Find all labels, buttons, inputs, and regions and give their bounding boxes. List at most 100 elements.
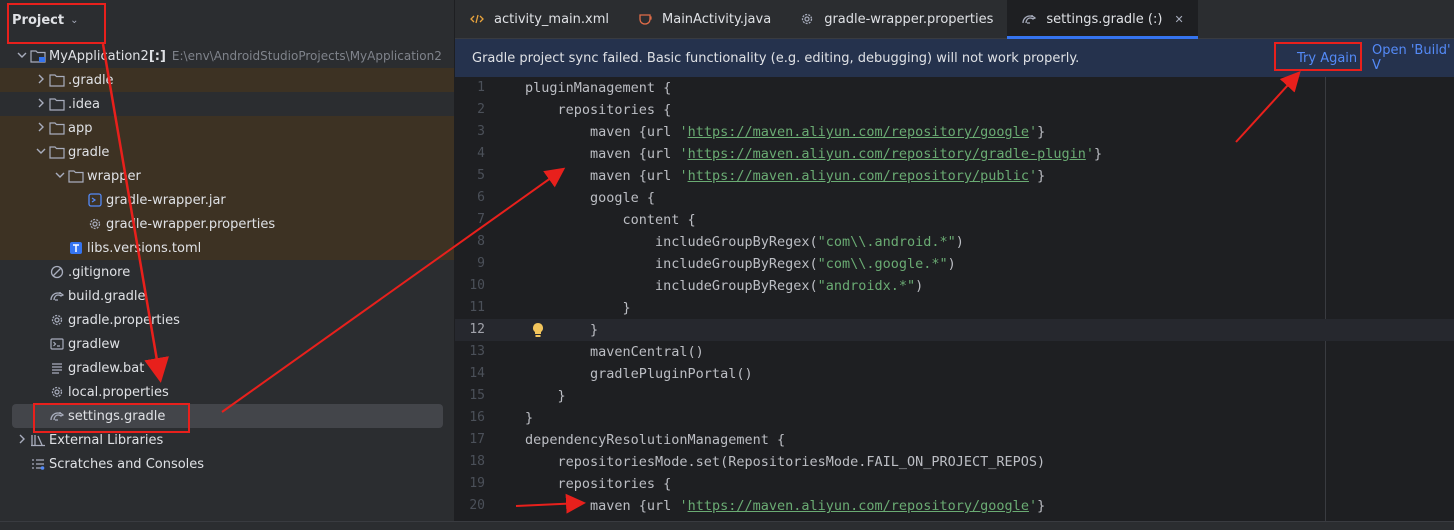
folder-icon <box>49 72 65 88</box>
code-text: } <box>525 300 631 316</box>
tree-item-local-properties[interactable]: local.properties <box>0 380 454 404</box>
tab-settings-gradle[interactable]: settings.gradle (:) ✕ <box>1007 0 1198 39</box>
sync-failed-banner: Gradle project sync failed. Basic functi… <box>455 39 1454 77</box>
tree-item-gradle-wrapper-properties[interactable]: gradle-wrapper.properties <box>0 212 454 236</box>
tree-item-gradle-dir[interactable]: .gradle <box>0 68 454 92</box>
project-view-header[interactable]: Project ⌄ <box>0 0 454 40</box>
tab-activity-main-xml[interactable]: activity_main.xml <box>455 0 623 38</box>
tree-item-external-libraries[interactable]: External Libraries <box>0 428 454 452</box>
chevron-right-icon[interactable] <box>33 98 49 111</box>
chevron-down-icon[interactable]: ⌄ <box>70 15 78 26</box>
code-text: includeGroupByRegex("com\\.android.*") <box>525 234 964 250</box>
banner-message: Gradle project sync failed. Basic functi… <box>472 50 1080 66</box>
try-again-link[interactable]: Try Again <box>1297 51 1357 66</box>
folder-icon <box>49 144 65 160</box>
project-path: E:\env\AndroidStudioProjects\MyApplicati… <box>171 49 442 63</box>
code-text: mavenCentral() <box>525 344 704 360</box>
tree-item-app[interactable]: app <box>0 116 454 140</box>
code-text: includeGroupByRegex("androidx.*") <box>525 278 924 294</box>
tree-item-label: External Libraries <box>49 432 164 448</box>
code-text: maven {url 'https://maven.aliyun.com/rep… <box>525 124 1046 140</box>
chevron-down-icon[interactable] <box>14 51 30 62</box>
chevron-down-icon[interactable] <box>52 171 68 182</box>
editor-tabs: activity_main.xml MainActivity.java gradle… <box>455 0 1454 39</box>
tree-item-label: .gradle <box>68 72 114 88</box>
line-number: 13 <box>469 344 485 359</box>
line-number: 15 <box>469 388 485 403</box>
line-number: 18 <box>469 454 485 469</box>
tree-item-label: settings.gradle <box>68 408 166 424</box>
library-icon <box>30 432 46 448</box>
line-number: 11 <box>469 300 485 315</box>
terminal-icon <box>49 336 65 352</box>
chevron-right-icon[interactable] <box>33 74 49 87</box>
line-number: 3 <box>477 124 485 139</box>
tree-item-settings-gradle[interactable]: settings.gradle <box>12 404 443 428</box>
chevron-right-icon[interactable] <box>33 122 49 135</box>
tree-item-label: gradle-wrapper.properties <box>106 216 276 232</box>
project-view-title[interactable]: Project <box>12 13 64 28</box>
gear-icon <box>799 11 815 27</box>
line-number: 14 <box>469 366 485 381</box>
toml-icon <box>68 240 84 256</box>
tree-item-gradlew-bat[interactable]: gradlew.bat <box>0 356 454 380</box>
code-text: repositories { <box>525 476 672 492</box>
tree-item-myapplication2[interactable]: MyApplication2 [:] E:\env\AndroidStudioPr… <box>0 44 454 68</box>
tab-gradle-wrapper-properties[interactable]: gradle-wrapper.properties <box>785 0 1007 38</box>
line-number: 1 <box>477 80 485 95</box>
tree-item-label: gradle.properties <box>68 312 180 328</box>
line-number: 12 <box>469 322 485 337</box>
tree-item-label: gradlew.bat <box>68 360 145 376</box>
module-folder-icon <box>30 48 46 64</box>
tree-item-label: gradle-wrapper.jar <box>106 192 226 208</box>
chevron-down-icon[interactable] <box>33 147 49 158</box>
tree-item-label: local.properties <box>68 384 169 400</box>
gear-icon <box>49 312 65 328</box>
module-badge: [:] <box>148 48 166 64</box>
tree-item-label: Scratches and Consoles <box>49 456 205 472</box>
line-number: 9 <box>477 256 485 271</box>
line-number: 20 <box>469 498 485 513</box>
code-text: maven {url 'https://maven.aliyun.com/rep… <box>525 168 1046 184</box>
code-text: content { <box>525 212 696 228</box>
tree-item-wrapper[interactable]: wrapper <box>0 164 454 188</box>
scratches-icon <box>30 456 46 472</box>
tree-item-gradlew[interactable]: gradlew <box>0 332 454 356</box>
code-text: google { <box>525 190 656 206</box>
tree-item-gradle-properties[interactable]: gradle.properties <box>0 308 454 332</box>
tab-label: gradle-wrapper.properties <box>824 11 994 27</box>
folder-icon <box>49 120 65 136</box>
open-build-link[interactable]: Open 'Build' V <box>1372 43 1454 73</box>
code-text: pluginManagement { <box>525 80 672 96</box>
editor-area: activity_main.xml MainActivity.java gradle… <box>455 0 1454 522</box>
chevron-right-icon[interactable] <box>14 434 30 447</box>
tree-item-gitignore[interactable]: .gitignore <box>0 260 454 284</box>
ignore-icon <box>49 264 65 280</box>
gear-icon <box>49 384 65 400</box>
tree-item-label: MyApplication2 <box>49 48 149 64</box>
tree-item-gradle-wrapper-jar[interactable]: gradle-wrapper.jar <box>0 188 454 212</box>
tab-mainactivity-java[interactable]: MainActivity.java <box>623 0 785 38</box>
line-number: 7 <box>477 212 485 227</box>
text-file-icon <box>49 360 65 376</box>
project-tool-window: Project ⌄ MyApplication2 [:] E:\env\Andro… <box>0 0 455 521</box>
tree-item-libs-versions[interactable]: libs.versions.toml <box>0 236 454 260</box>
code-editor[interactable]: 1 pluginManagement { 2 repositories { 3 mav… <box>455 77 1454 522</box>
line-number: 4 <box>477 146 485 161</box>
tree-item-build-gradle[interactable]: build.gradle <box>0 284 454 308</box>
tab-label: settings.gradle (:) <box>1046 11 1163 27</box>
jar-icon <box>87 192 103 208</box>
code-text: } <box>525 410 534 426</box>
line-number: 2 <box>477 102 485 117</box>
close-icon[interactable]: ✕ <box>1174 13 1183 26</box>
tab-label: activity_main.xml <box>494 11 610 27</box>
tree-item-scratches[interactable]: Scratches and Consoles <box>0 452 454 476</box>
tree-item-idea[interactable]: .idea <box>0 92 454 116</box>
tree-item-gradle[interactable]: gradle <box>0 140 454 164</box>
java-icon <box>637 11 653 27</box>
tree-item-label: gradle <box>68 144 110 160</box>
code-text: dependencyResolutionManagement { <box>525 432 786 448</box>
intention-bulb-icon[interactable] <box>531 322 545 342</box>
